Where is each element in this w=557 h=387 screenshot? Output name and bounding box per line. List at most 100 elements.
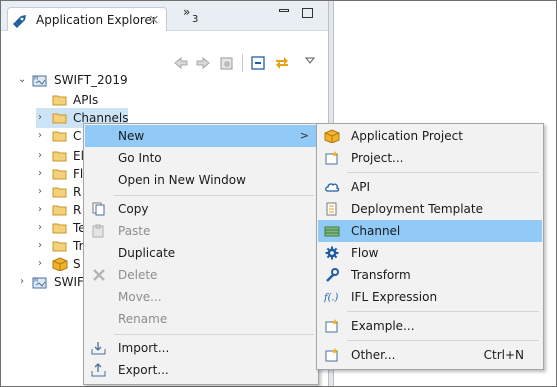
tree-item[interactable]: APIs	[52, 90, 252, 110]
view-menu-chevron-icon[interactable]	[305, 57, 315, 65]
tree-item[interactable]: › Te	[36, 218, 86, 238]
tree-item-label: R	[73, 185, 82, 199]
tree-item-label: C	[73, 129, 82, 143]
maximize-icon[interactable]	[302, 8, 313, 18]
tab-application-explorer[interactable]: Application Explorer ×	[7, 7, 167, 32]
collapsed-chevron-icon[interactable]: ›	[38, 236, 48, 256]
collapsed-chevron-icon[interactable]: ›	[20, 272, 30, 292]
submenu-item-ifl-expression[interactable]: f(.) IFL Expression	[318, 286, 542, 308]
submenu-arrow-icon: >	[299, 129, 309, 142]
channel-icon	[324, 226, 340, 237]
collapsed-chevron-icon[interactable]: ›	[38, 254, 48, 274]
menu-item-duplicate[interactable]: Duplicate	[85, 242, 317, 264]
submenu-item-label: Application Project	[351, 129, 463, 143]
menu-item-export[interactable]: Export...	[85, 359, 317, 381]
menu-item-label: Copy	[118, 202, 149, 216]
submenu-item-other[interactable]: Other... Ctrl+N	[318, 344, 542, 366]
collapse-all-icon[interactable]	[251, 56, 265, 70]
collapsed-chevron-icon[interactable]: ›	[38, 218, 48, 238]
menu-item-rename[interactable]: Rename	[85, 308, 317, 330]
menu-item-label: Open in New Window	[118, 173, 246, 187]
submenu-item-transform[interactable]: Transform	[318, 264, 542, 286]
menu-separator	[114, 195, 314, 196]
submenu-item-channel[interactable]: Channel	[318, 220, 542, 242]
menu-item-delete[interactable]: Delete	[85, 264, 317, 286]
submenu-item-label: Flow	[351, 246, 379, 260]
collapsed-chevron-icon[interactable]: ›	[38, 126, 48, 146]
submenu-item-deployment-template[interactable]: Deployment Template	[318, 198, 542, 220]
tree-item[interactable]: › S	[36, 254, 82, 274]
folder-icon	[52, 131, 67, 142]
menu-item-open-in-new-window[interactable]: Open in New Window	[85, 169, 317, 191]
forward-arrow-icon[interactable]	[196, 56, 210, 70]
collapsed-chevron-icon[interactable]: ›	[38, 108, 48, 128]
submenu-item-project[interactable]: Project...	[318, 147, 542, 169]
expanded-chevron-icon[interactable]: ⌄	[18, 70, 28, 90]
menu-item-label: Delete	[118, 268, 158, 282]
tree-item-label: APIs	[73, 93, 99, 107]
delete-icon	[93, 269, 105, 281]
folder-icon	[52, 205, 67, 216]
link-with-editor-icon[interactable]	[274, 56, 290, 70]
tree-item-label: R	[73, 203, 82, 217]
menu-item-import[interactable]: Import...	[85, 337, 317, 359]
project-icon	[325, 151, 338, 165]
wrench-icon	[326, 268, 339, 282]
collapsed-chevron-icon[interactable]: ›	[38, 182, 48, 202]
project-icon: M	[32, 75, 47, 87]
collapsed-chevron-icon[interactable]: ›	[38, 200, 48, 220]
menu-separator	[114, 334, 314, 335]
project-icon: M	[32, 277, 47, 289]
menu-item-label: Move...	[118, 290, 162, 304]
deployment-template-icon	[326, 202, 337, 216]
collapsed-chevron-icon[interactable]: ›	[38, 164, 48, 184]
new-submenu: Application Project Project... API Deplo…	[316, 123, 544, 370]
submenu-item-label: Example...	[351, 319, 415, 333]
tab-title: Application Explorer	[36, 13, 157, 27]
view-overflow-count: 3	[192, 14, 199, 25]
tree-item[interactable]: › R	[36, 182, 82, 202]
menu-item-label: Go Into	[118, 151, 162, 165]
submenu-item-example[interactable]: Example...	[318, 315, 542, 337]
view-overflow-icon[interactable]: »	[183, 5, 190, 19]
menu-item-move[interactable]: Move...	[85, 286, 317, 308]
tree-item[interactable]: › El	[36, 146, 84, 166]
collapsed-chevron-icon[interactable]: ›	[38, 146, 48, 166]
submenu-item-label: API	[351, 180, 370, 194]
folder-open-icon	[52, 113, 67, 124]
submenu-item-api[interactable]: API	[318, 176, 542, 198]
submenu-item-application-project[interactable]: Application Project	[318, 125, 542, 147]
minimize-icon[interactable]	[279, 9, 289, 12]
menu-item-paste[interactable]: Paste	[85, 220, 317, 242]
submenu-item-label: Project...	[351, 151, 404, 165]
tab-close-icon[interactable]: ×	[148, 12, 160, 28]
submenu-separator	[347, 311, 539, 312]
tree-item[interactable]: › Tr	[36, 236, 84, 256]
package-icon	[52, 257, 68, 271]
tree-item-label: Tr	[73, 239, 84, 253]
tree-project-row[interactable]: › M SWIF	[18, 272, 84, 292]
submenu-item-flow[interactable]: Flow	[318, 242, 542, 264]
function-icon: f(.)	[324, 293, 339, 304]
menu-item-copy[interactable]: Copy	[85, 198, 317, 220]
import-icon	[91, 342, 106, 355]
menu-item-new[interactable]: New >	[85, 125, 317, 147]
tree-item-label: Fl	[73, 167, 84, 181]
folder-icon	[52, 187, 67, 198]
menu-item-go-into[interactable]: Go Into	[85, 147, 317, 169]
shortcut-label: Ctrl+N	[483, 348, 524, 362]
rocket-icon	[13, 15, 26, 28]
submenu-item-label: IFL Expression	[351, 290, 438, 304]
folder-icon	[52, 223, 67, 234]
context-menu: New > Go Into Open in New Window Copy Pa…	[83, 123, 319, 385]
submenu-separator	[347, 340, 539, 341]
tree-item[interactable]: › Fl	[36, 164, 84, 184]
back-arrow-icon[interactable]	[174, 56, 188, 70]
tree-item[interactable]: › C	[36, 126, 82, 146]
submenu-item-label: Deployment Template	[351, 202, 483, 216]
tree-project-row[interactable]: ⌄ M SWIFT_2019	[18, 70, 218, 90]
tree-item-label: S	[73, 257, 81, 271]
home-icon[interactable]	[219, 56, 235, 70]
toolbar-separator	[242, 54, 243, 72]
tree-item[interactable]: › R	[36, 200, 82, 220]
